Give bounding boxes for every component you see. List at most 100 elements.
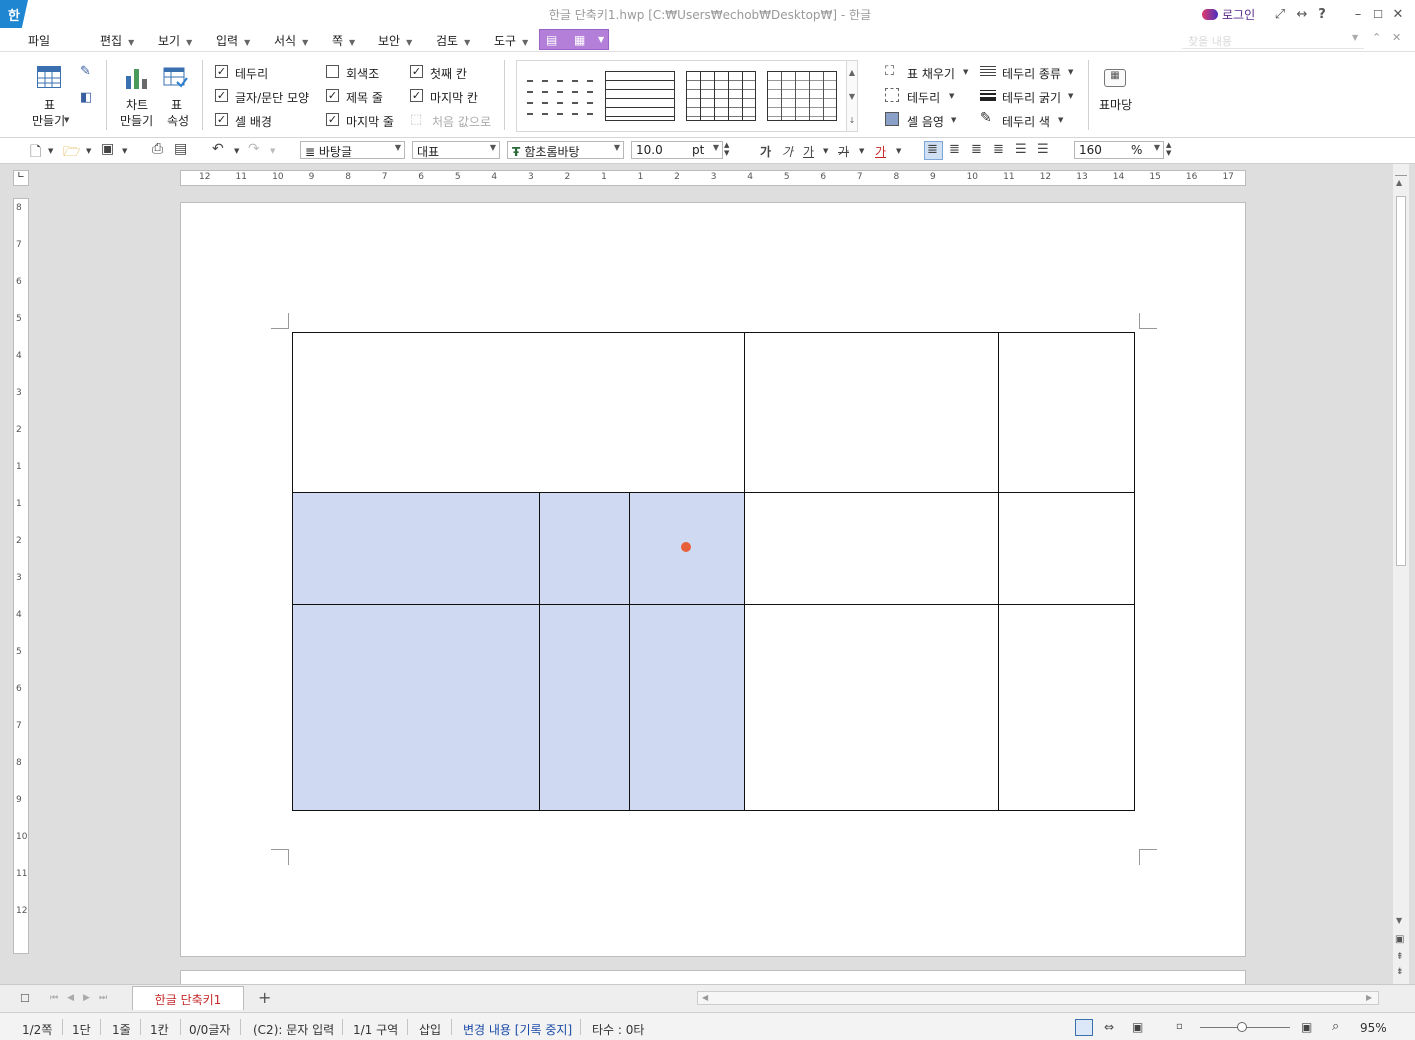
border-width-icon[interactable] xyxy=(980,90,996,101)
menu-review[interactable]: 검토 ▼ xyxy=(436,32,470,49)
bold-button[interactable]: 가 xyxy=(760,143,771,160)
chevron-down-icon[interactable]: ▼ xyxy=(1068,68,1073,76)
document-table[interactable] xyxy=(292,332,1135,811)
tab-list-icon[interactable]: ☐ xyxy=(20,992,30,1005)
help-icon[interactable]: ? xyxy=(1312,4,1332,24)
chevron-down-icon[interactable]: ▼ xyxy=(234,147,239,155)
font-color-button[interactable]: 가 xyxy=(875,143,886,160)
magnifier-icon[interactable]: ⌕ xyxy=(1332,1019,1339,1034)
login-button[interactable]: 로그인 xyxy=(1202,6,1255,23)
table-cell[interactable] xyxy=(744,604,999,811)
table-cell-selected[interactable] xyxy=(539,604,630,811)
table-cell[interactable] xyxy=(292,332,745,493)
menu-edit[interactable]: 편집 ▼ xyxy=(100,32,134,49)
zoom-select[interactable]: 160% ▼ xyxy=(1074,141,1164,159)
page-view-icon[interactable]: ▣ xyxy=(1395,934,1404,945)
paint-bucket-icon[interactable]: ⛶ xyxy=(885,64,894,79)
chevron-down-icon[interactable]: ▼ xyxy=(949,92,954,100)
status-track-changes[interactable]: 변경 내용 [기록 중지] xyxy=(463,1021,572,1038)
border-type-button[interactable]: 테두리 종류 xyxy=(1002,65,1061,82)
style-select[interactable]: ≣ 바탕글 ▼ xyxy=(300,141,405,159)
italic-button[interactable]: 가 xyxy=(782,143,793,160)
ruler-corner[interactable]: ∟ xyxy=(13,170,29,186)
fullscreen-icon[interactable]: ⤢ xyxy=(1270,4,1290,24)
chevron-down-icon[interactable]: ▼ xyxy=(1058,116,1063,124)
table-cell[interactable] xyxy=(998,332,1135,493)
scroll-right-icon[interactable]: ▶ xyxy=(1366,993,1372,1002)
border-width-button[interactable]: 테두리 굵기 xyxy=(1002,89,1061,106)
document-tab[interactable]: 한글 단축키1 xyxy=(132,986,244,1010)
title-row-checkbox[interactable]: ✓ xyxy=(326,89,339,102)
vertical-ruler[interactable]: 8 7 6 5 4 3 2 1 1 2 3 4 5 6 7 8 9 10 11 12 xyxy=(13,198,29,954)
chart-create-label2[interactable]: 만들기 xyxy=(120,112,153,129)
align-left-icon[interactable]: ≣ xyxy=(949,142,960,157)
horizontal-scrollbar[interactable]: ◀ ▶ xyxy=(697,991,1379,1005)
chevron-down-icon[interactable]: ▼ xyxy=(1068,92,1073,100)
table-cell[interactable] xyxy=(744,492,999,605)
horizontal-ruler[interactable]: 12 11 10 9 8 7 6 5 4 3 2 1 1 2 3 4 5 6 7 8 9 10 11 12 13 14 15 16 17 xyxy=(180,170,1246,186)
style-grid-3[interactable] xyxy=(767,71,837,121)
menu-format[interactable]: 서식 ▼ xyxy=(274,32,308,49)
char-para-checkbox[interactable]: ✓ xyxy=(215,89,228,102)
table-context-tab[interactable]: ▤ ▦ ▼ xyxy=(539,29,609,50)
chevron-down-icon[interactable]: ▼ xyxy=(963,68,968,76)
menu-file[interactable]: 파일 xyxy=(28,32,50,49)
table-properties-icon[interactable] xyxy=(163,66,189,93)
ribbon-collapse-icon[interactable]: ⌃ xyxy=(1372,31,1381,44)
scroll-thumb[interactable] xyxy=(1396,196,1406,566)
search-dropdown-icon[interactable]: ▼ xyxy=(1352,33,1358,42)
border-icon[interactable] xyxy=(885,88,899,102)
close-icon[interactable]: ✕ xyxy=(1388,4,1408,24)
status-zoom[interactable]: 95% xyxy=(1360,1021,1387,1035)
chevron-down-icon[interactable]: ▼ xyxy=(859,147,864,155)
table-madang-icon[interactable]: ▦ xyxy=(1104,69,1126,87)
split-align-icon[interactable]: ☰ xyxy=(1037,142,1049,157)
last-col-checkbox[interactable]: ✓ xyxy=(410,89,423,102)
new-doc-icon[interactable]: 🗋 xyxy=(30,141,41,165)
font-size-spinner[interactable]: ▲ ▼ xyxy=(724,141,729,157)
border-color-icon[interactable]: ✎ xyxy=(980,110,992,126)
style-grid-1[interactable] xyxy=(605,71,675,121)
font-size-input[interactable]: 10.0 pt ▼ xyxy=(631,141,723,159)
border-type-icon[interactable] xyxy=(980,66,996,77)
status-page[interactable]: 1/2쪽 xyxy=(22,1021,52,1038)
eraser-icon[interactable]: ◧ xyxy=(80,90,92,105)
prev-page-icon[interactable]: ⇞ xyxy=(1396,952,1404,962)
menu-page[interactable]: 쪽 ▼ xyxy=(332,32,355,49)
width-fit-icon[interactable]: ↔ xyxy=(1292,4,1312,24)
chevron-down-icon[interactable]: ▼ xyxy=(122,147,127,155)
app-logo[interactable]: 한 xyxy=(0,0,28,28)
style-none[interactable] xyxy=(527,71,593,123)
style-grid-2[interactable] xyxy=(686,71,756,121)
table-cell-selected[interactable] xyxy=(292,492,540,605)
table-cell[interactable] xyxy=(998,492,1135,605)
underline-button[interactable]: 가 xyxy=(803,143,814,160)
distribute-icon[interactable]: ☰ xyxy=(1015,142,1027,157)
close-pane-icon[interactable]: ✕ xyxy=(1392,31,1401,44)
next-page-icon[interactable]: ⇟ xyxy=(1396,967,1404,977)
view-page-button[interactable] xyxy=(1075,1019,1093,1036)
last-row-checkbox[interactable]: ✓ xyxy=(326,113,339,126)
open-folder-icon[interactable]: 🗁 xyxy=(63,141,80,165)
chart-icon[interactable] xyxy=(124,66,150,93)
chevron-down-icon[interactable]: ▼ xyxy=(823,147,828,155)
maximize-icon[interactable]: ☐ xyxy=(1368,4,1388,24)
document-page[interactable] xyxy=(180,202,1246,957)
status-insert[interactable]: 삽입 xyxy=(419,1021,441,1038)
language-select[interactable]: 대표 ▼ xyxy=(412,141,500,159)
chevron-down-icon[interactable]: ▼ xyxy=(896,147,901,155)
gallery-scroll[interactable]: ▲ ▼ ↓ xyxy=(846,60,858,132)
minimize-icon[interactable]: – xyxy=(1348,4,1368,24)
scroll-up-icon[interactable]: ▲ xyxy=(1396,178,1402,187)
first-col-checkbox[interactable]: ✓ xyxy=(410,65,423,78)
cell-bg-checkbox[interactable]: ✓ xyxy=(215,113,228,126)
menu-security[interactable]: 보안 ▼ xyxy=(378,32,412,49)
table-create-label1[interactable]: 표 xyxy=(44,96,55,113)
chart-create-label1[interactable]: 차트 xyxy=(126,96,148,113)
border-color-button[interactable]: 테두리 색 xyxy=(1002,113,1050,130)
chevron-down-icon[interactable]: ▼ xyxy=(86,147,91,155)
menu-view[interactable]: 보기 ▼ xyxy=(158,32,192,49)
chevron-down-icon[interactable]: ▼ xyxy=(64,116,69,124)
zoom-out-icon[interactable]: ▫ xyxy=(1176,1021,1183,1032)
table-create-icon[interactable] xyxy=(37,66,61,88)
